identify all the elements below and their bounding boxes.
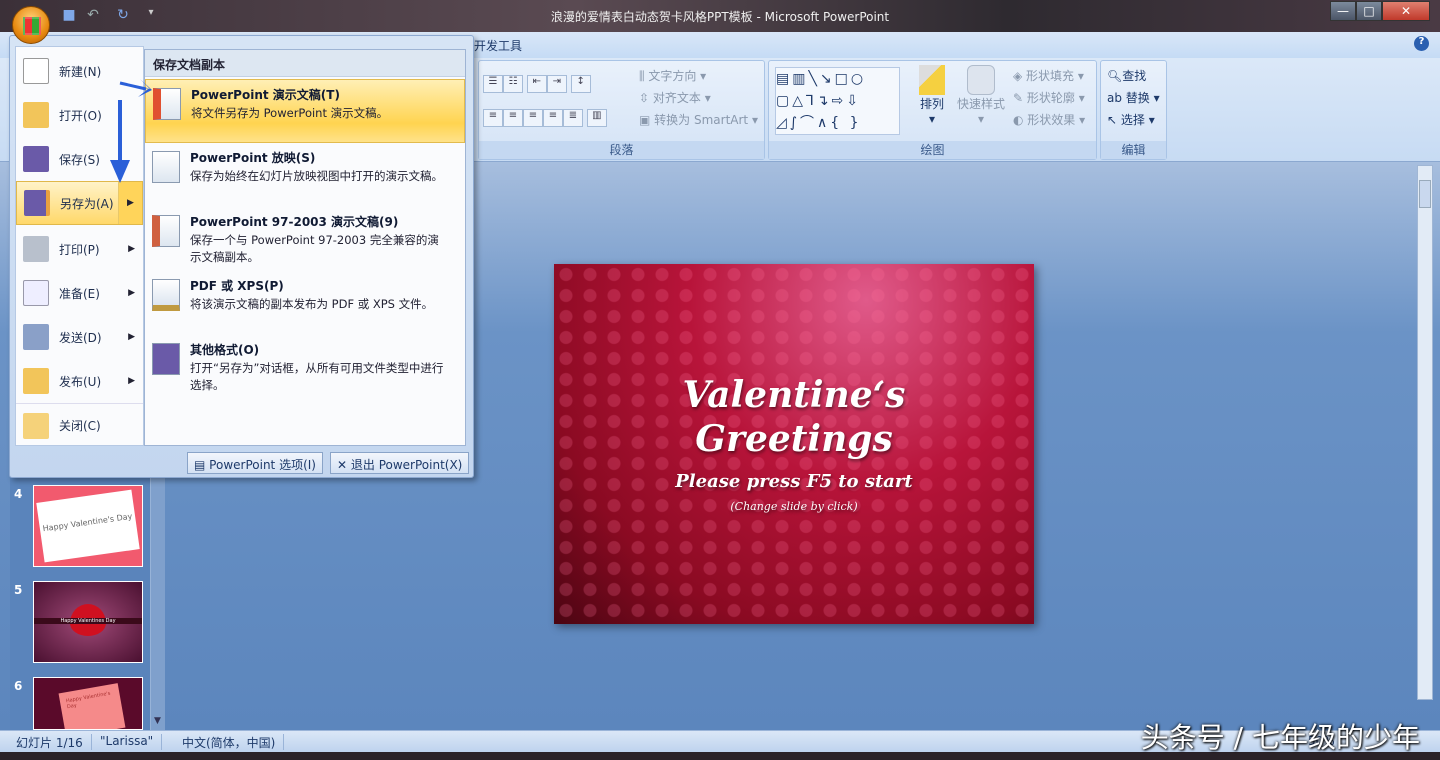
shape-effects-button[interactable]: ◐ 形状效果 ▾ xyxy=(1013,111,1085,128)
maximize-button[interactable]: □ xyxy=(1356,1,1382,21)
theme-name: "Larissa" xyxy=(92,734,163,750)
thumbnail-number: 6 xyxy=(14,679,23,693)
align-right-icon[interactable]: ≡ xyxy=(523,109,543,127)
menu-item-publish[interactable]: 发布(U) ▶ xyxy=(16,359,143,403)
line-spacing-icon[interactable]: ↕ xyxy=(570,75,591,93)
columns-icon[interactable]: ▥ xyxy=(586,109,607,127)
scroll-down-icon[interactable]: ▼ xyxy=(154,716,161,726)
save-disk-icon xyxy=(23,146,49,172)
slide-subtitle: Please press F5 to start xyxy=(675,471,913,492)
submenu-title: 保存文档副本 xyxy=(145,50,465,77)
align-text-button[interactable]: ⇳ 对齐文本 ▾ xyxy=(639,89,711,106)
tab-developer[interactable]: 开发工具 xyxy=(474,37,522,54)
office-button[interactable] xyxy=(12,6,50,44)
language-status[interactable]: 中文(简体，中国) xyxy=(174,734,285,750)
menu-item-send[interactable]: 发送(D) ▶ xyxy=(16,315,143,359)
customize-toolbar-icon[interactable]: ▾ xyxy=(142,7,160,25)
drawing-group: ▤▥╲↘□○ ▢△⅂↴⇨⇩ ◿∫⌒∧{ } 排列 ▾ 快速样式 ▾ ◈ 形状填充 ▾ ✎… xyxy=(768,60,1097,160)
save-as-submenu: 保存文档副本 PowerPoint 演示文稿(T) 将文件另存为 PowerPoi… xyxy=(144,49,466,446)
close-folder-icon xyxy=(23,412,49,439)
exit-powerpoint-button[interactable]: ✕ 退出 PowerPoint(X) xyxy=(330,452,470,474)
submenu-arrow-icon: ▶ xyxy=(128,288,135,298)
submenu-arrow-icon: ▶ xyxy=(128,376,135,386)
menu-item-close[interactable]: 关闭(C) xyxy=(16,403,143,447)
new-document-icon xyxy=(23,58,49,84)
send-icon xyxy=(23,324,49,350)
quick-styles-button[interactable]: 快速样式 ▾ xyxy=(957,65,1005,126)
slide-title-line1: Valentine‘s xyxy=(682,374,906,416)
slide-title-line2: Greetings xyxy=(695,418,893,460)
arrange-button[interactable]: 排列 ▾ xyxy=(919,65,945,126)
shape-outline-button[interactable]: ✎ 形状轮廓 ▾ xyxy=(1013,89,1085,106)
ppt97-icon xyxy=(152,215,180,247)
open-folder-icon xyxy=(23,102,49,128)
slide-note: (Change slide by click) xyxy=(730,500,858,513)
options-icon: ▤ xyxy=(194,458,206,472)
save-icon[interactable]: ■ xyxy=(60,7,78,25)
prepare-icon xyxy=(23,280,49,306)
slide-scrollbar[interactable] xyxy=(1417,165,1433,700)
thumbnail-text: Happy Valentine's Day xyxy=(58,683,126,729)
menu-item-print[interactable]: 打印(P) ▶ xyxy=(16,227,143,271)
convert-smartart-button[interactable]: ▣ 转换为 SmartArt ▾ xyxy=(639,111,758,128)
editing-group-label: 编辑 xyxy=(1101,141,1166,159)
thumbnail-number: 5 xyxy=(14,583,23,597)
window-title: 浪漫的爱情表白动态贺卡风格PPT模板 - Microsoft PowerPoin… xyxy=(550,10,890,24)
slide-thumbnail-4[interactable]: Happy Valentine's Day xyxy=(33,485,143,567)
submenu-arrow-icon: ▶ xyxy=(128,244,135,254)
bullets-icon[interactable]: ☰ xyxy=(483,75,503,93)
publish-icon xyxy=(23,368,49,394)
slide-thumbnail-5[interactable]: Happy Valentines Day xyxy=(33,581,143,663)
slide-canvas[interactable]: Valentine‘s Greetings Please press F5 to… xyxy=(554,264,1034,624)
slide-thumbnail-6[interactable]: Happy Valentine's Day xyxy=(33,677,143,730)
save-as-other-formats[interactable]: 其他格式(O) 打开“另存为”对话框，从所有可用文件类型中进行选择。 xyxy=(145,335,465,399)
replace-button[interactable]: ab 替换 ▾ xyxy=(1107,89,1160,106)
office-menu: 新建(N) 打开(O) 保存(S) 另存为(A) ▶ 打印(P) ▶ 准备(E) ▶ … xyxy=(9,35,474,478)
help-icon[interactable]: ? xyxy=(1414,36,1429,51)
decrease-indent-icon[interactable]: ⇤ xyxy=(526,75,547,93)
shape-fill-button[interactable]: ◈ 形状填充 ▾ xyxy=(1013,67,1084,84)
other-formats-icon xyxy=(152,343,180,375)
minimize-button[interactable]: — xyxy=(1330,1,1356,21)
save-as-ppsx[interactable]: PowerPoint 放映(S) 保存为始终在幻灯片放映视图中打开的演示文稿。 xyxy=(145,143,465,207)
undo-icon[interactable]: ↶ xyxy=(84,7,102,25)
redo-icon[interactable]: ↻ xyxy=(114,7,132,25)
watermark: 头条号 / 七年级的少年 xyxy=(1140,721,1420,754)
paragraph-group-label: 段落 xyxy=(479,141,764,159)
distributed-icon[interactable]: ≣ xyxy=(563,109,583,127)
paragraph-group: ☰ ☷ ⇤ ⇥ ↕ ≡ ≡ ≡ ≡ ≣ ▥ ⫼ 文字方向 ▾ ⇳ 对齐文本 ▾ ▣ 转换为 … xyxy=(478,60,765,160)
save-as-icon xyxy=(24,190,50,216)
save-as-pptx[interactable]: PowerPoint 演示文稿(T) 将文件另存为 PowerPoint 演示文稿… xyxy=(145,79,465,143)
title-bar: 浪漫的爱情表白动态贺卡风格PPT模板 - Microsoft PowerPoin… xyxy=(0,0,1440,32)
editing-group: 🔍︎查找 ab 替换 ▾ ↖ 选择 ▾ 编辑 xyxy=(1100,60,1167,160)
align-center-icon[interactable]: ≡ xyxy=(503,109,523,127)
menu-item-prepare[interactable]: 准备(E) ▶ xyxy=(16,271,143,315)
align-left-icon[interactable]: ≡ xyxy=(483,109,503,127)
slide-counter: 幻灯片 1/16 xyxy=(8,734,92,750)
thumbnail-number: 4 xyxy=(14,487,23,501)
exit-icon: ✕ xyxy=(337,458,348,472)
scroll-thumb[interactable] xyxy=(1419,180,1431,208)
numbering-icon[interactable]: ☷ xyxy=(503,75,523,93)
save-as-pdf-xps[interactable]: PDF 或 XPS(P) 将该演示文稿的副本发布为 PDF 或 XPS 文件。 xyxy=(145,271,465,335)
annotation-arrows xyxy=(110,79,152,183)
printer-icon xyxy=(23,236,49,262)
find-button[interactable]: 🔍︎查找 xyxy=(1107,67,1146,84)
office-logo-icon xyxy=(23,17,41,35)
quick-styles-icon xyxy=(967,65,995,95)
submenu-arrow-icon: ▶ xyxy=(128,332,135,342)
close-button[interactable]: ✕ xyxy=(1382,1,1430,21)
save-as-ppt97[interactable]: PowerPoint 97-2003 演示文稿(9) 保存一个与 PowerPoi… xyxy=(145,207,465,271)
powerpoint-options-button[interactable]: ▤ PowerPoint 选项(I) xyxy=(187,452,323,474)
thumbnail-text: Happy Valentines Day xyxy=(34,618,142,624)
thumbnail-text: Happy Valentine's Day xyxy=(36,489,140,563)
shapes-gallery[interactable]: ▤▥╲↘□○ ▢△⅂↴⇨⇩ ◿∫⌒∧{ } xyxy=(775,67,900,135)
increase-indent-icon[interactable]: ⇥ xyxy=(546,75,567,93)
drawing-group-label: 绘图 xyxy=(769,141,1096,159)
text-direction-button[interactable]: ⫼ 文字方向 ▾ xyxy=(639,67,706,84)
pdf-xps-icon xyxy=(152,279,180,311)
arrange-icon xyxy=(919,65,945,95)
select-button[interactable]: ↖ 选择 ▾ xyxy=(1107,111,1155,128)
justify-icon[interactable]: ≡ xyxy=(543,109,563,127)
